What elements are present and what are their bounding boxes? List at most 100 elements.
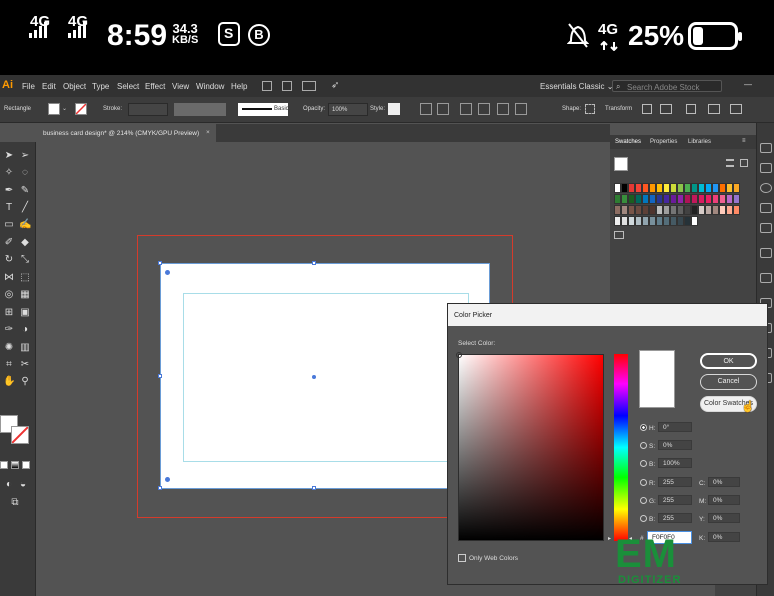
grid-view-icon[interactable] (740, 159, 748, 167)
minimize-button[interactable]: — (744, 80, 752, 89)
swatch[interactable] (684, 216, 691, 226)
eraser-tool-icon[interactable]: ◆ (19, 237, 31, 249)
color-dock-icon[interactable] (760, 183, 772, 193)
opacity-field[interactable]: 100% (328, 103, 368, 116)
swatch[interactable] (712, 183, 719, 193)
gradient-mode-button[interactable] (11, 461, 19, 469)
swatch[interactable] (628, 216, 635, 226)
align-icon[interactable] (437, 103, 449, 115)
yellow-field[interactable]: 0% (708, 513, 740, 523)
swatch[interactable] (663, 183, 670, 193)
dialog-titlebar[interactable]: Color Picker (448, 304, 767, 326)
workspace-switcher[interactable]: Essentials Classic ⌄ (540, 82, 613, 91)
swatch[interactable] (726, 194, 733, 204)
swatch[interactable] (733, 205, 740, 215)
swatch[interactable] (670, 194, 677, 204)
menu-file[interactable]: File (22, 82, 35, 91)
scale-tool-icon[interactable]: ⤡ (19, 254, 31, 266)
corner-widget-top-left[interactable] (165, 270, 170, 275)
corner-widget-bottom-left[interactable] (165, 477, 170, 482)
zoom-tool-icon[interactable]: ⚲ (19, 376, 31, 388)
swatch[interactable] (656, 183, 663, 193)
shape-icon[interactable] (585, 104, 595, 114)
swatch[interactable] (670, 216, 677, 226)
swatch[interactable] (621, 183, 628, 193)
swatch[interactable] (733, 183, 740, 193)
center-point[interactable] (312, 375, 316, 379)
swatch[interactable] (712, 194, 719, 204)
bounding-handle-middle-left[interactable] (158, 374, 162, 378)
opacity-label[interactable]: Opacity: (303, 106, 325, 112)
shaper-tool-icon[interactable]: ✐ (3, 237, 15, 249)
eyedropper-tool-icon[interactable]: ✑ (3, 324, 15, 336)
column-graph-tool-icon[interactable]: ▥ (19, 342, 31, 354)
shape-builder-tool-icon[interactable]: ◎ (3, 289, 15, 301)
swatch[interactable] (642, 205, 649, 215)
magic-wand-tool-icon[interactable]: ✧ (3, 167, 15, 179)
hue-slider-left-arrow[interactable]: ▸ (608, 535, 611, 542)
mesh-tool-icon[interactable]: ⊞ (3, 307, 15, 319)
menu-window[interactable]: Window (196, 82, 224, 91)
saturation-radio[interactable] (640, 442, 647, 449)
draw-behind-icon[interactable]: ◒ (17, 479, 29, 491)
red-radio[interactable] (640, 479, 647, 486)
swatch[interactable] (656, 216, 663, 226)
stroke-weight-field[interactable] (128, 103, 168, 116)
fill-dropdown-icon[interactable]: ⌄ (62, 105, 67, 112)
menu-view[interactable]: View (172, 82, 189, 91)
menu-object[interactable]: Object (63, 82, 86, 91)
swatch[interactable] (663, 205, 670, 215)
live-corners-icon[interactable] (515, 103, 527, 115)
width-tool-icon[interactable]: ⋈ (3, 272, 15, 284)
hue-field[interactable]: 0° (658, 422, 692, 432)
color-field-cursor[interactable] (456, 352, 462, 358)
line-tool-icon[interactable]: ╱ (19, 202, 31, 214)
recolor-icon[interactable] (420, 103, 432, 115)
swatch[interactable] (698, 183, 705, 193)
menu-edit[interactable]: Edit (42, 82, 56, 91)
swatch[interactable] (649, 216, 656, 226)
swatch[interactable] (642, 194, 649, 204)
magenta-field[interactable]: 0% (708, 495, 740, 505)
swatch[interactable] (614, 216, 621, 226)
selection-tool-icon[interactable]: ➤ (3, 150, 15, 162)
tab-swatches[interactable]: Swatches (615, 139, 641, 145)
swatch[interactable] (614, 183, 621, 193)
bounding-handle-bottom-left[interactable] (158, 486, 162, 490)
blue-field[interactable]: 255 (658, 513, 692, 523)
free-transform-tool-icon[interactable]: ⬚ (19, 272, 31, 284)
variable-width-profile[interactable] (174, 103, 226, 116)
rotate-tool-icon[interactable]: ↻ (3, 254, 15, 266)
swatch[interactable] (642, 216, 649, 226)
swatch[interactable] (684, 205, 691, 215)
swatch[interactable] (677, 216, 684, 226)
menu-help[interactable]: Help (231, 82, 247, 91)
swatch[interactable] (684, 194, 691, 204)
blue-radio[interactable] (640, 515, 647, 522)
swatch[interactable] (719, 194, 726, 204)
brush-definition[interactable]: Basic (238, 103, 289, 116)
align-left-icon[interactable] (686, 104, 696, 114)
panel-menu-icon[interactable]: ≡ (742, 138, 746, 144)
cyan-field[interactable]: 0% (708, 477, 740, 487)
none-mode-button[interactable] (22, 461, 30, 469)
red-field[interactable]: 255 (658, 477, 692, 487)
cancel-button[interactable]: Cancel (700, 374, 757, 390)
align-dock-icon[interactable] (760, 273, 772, 283)
artboard[interactable] (158, 261, 490, 490)
color-mode-button[interactable] (0, 461, 8, 469)
align-stroke-icon[interactable] (460, 103, 472, 115)
swatch[interactable] (614, 194, 621, 204)
swatch[interactable] (621, 205, 628, 215)
menu-effect[interactable]: Effect (145, 82, 165, 91)
swatch[interactable] (726, 205, 733, 215)
draw-normal-icon[interactable]: ◐ (3, 479, 15, 491)
hand-tool-icon[interactable]: ✋ (3, 376, 15, 388)
only-web-colors-checkbox[interactable] (458, 554, 466, 562)
bridge-icon[interactable] (262, 81, 272, 91)
swatch[interactable] (677, 183, 684, 193)
swatch[interactable] (698, 205, 705, 215)
swatch-group-folder-icon[interactable] (614, 231, 624, 239)
swatch[interactable] (649, 183, 656, 193)
stroke-color-box[interactable] (11, 426, 29, 444)
